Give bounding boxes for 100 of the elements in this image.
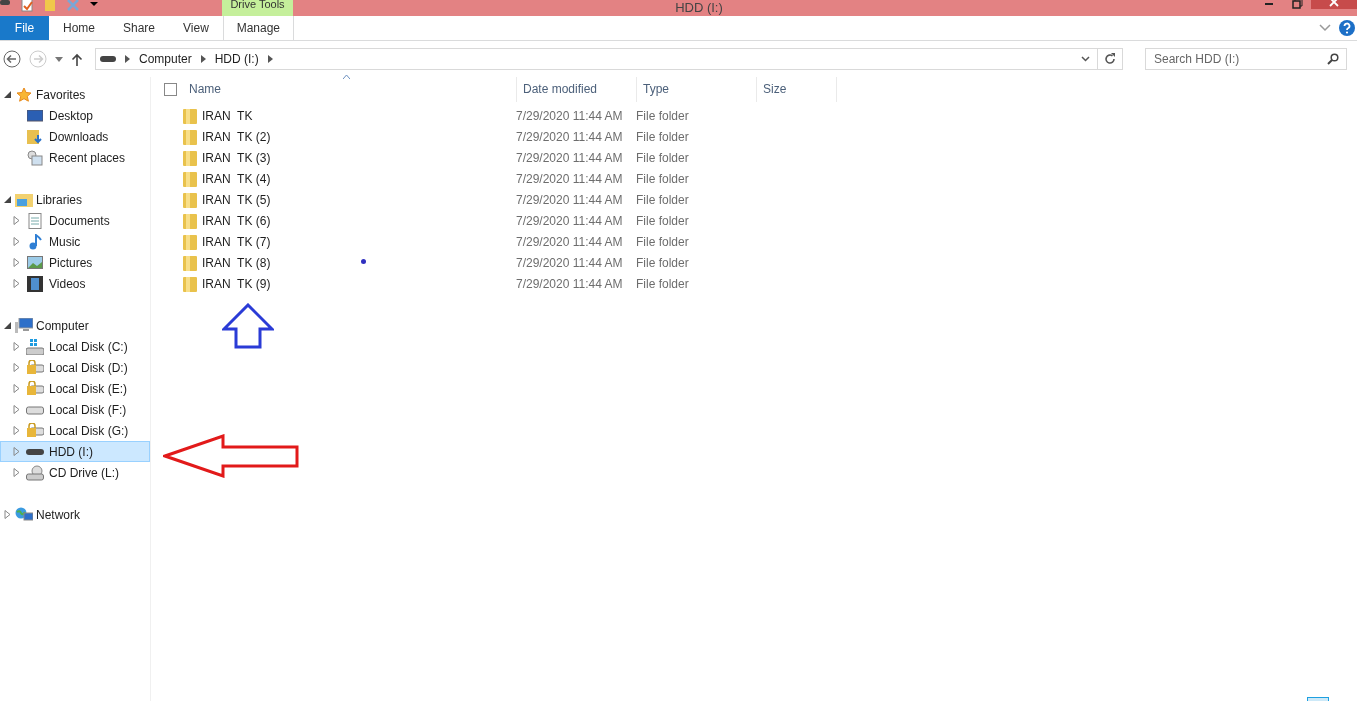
collapsed-icon[interactable] [13,468,20,477]
file-name[interactable]: IRAN TK (2) [202,129,271,144]
collapsed-icon[interactable] [13,342,20,351]
breadcrumb[interactable]: Computer [139,52,192,66]
column-header[interactable]: Date modified [517,77,637,102]
drive-icon [0,0,10,6]
column-header[interactable]: Type [637,77,757,102]
expanded-icon[interactable] [4,322,11,329]
chevron-icon[interactable] [200,55,206,63]
drive-icon [100,55,116,63]
file-name[interactable]: IRAN TK (9) [202,276,271,291]
up-arrow-icon[interactable] [71,52,83,66]
help-icon[interactable] [1339,20,1355,36]
table-cell-text: 7/29/2020 11:44 AM [515,234,624,249]
file-name[interactable]: IRAN TK (8) [202,255,271,270]
chevron-icon[interactable] [267,55,273,63]
nav-tree-item[interactable]: Pictures [0,252,150,273]
ribbon-tab[interactable]: Manage [222,16,294,40]
nav-tree-item[interactable]: Downloads [0,126,150,147]
tree-label: Local Disk (G:) [49,423,129,438]
table-cell-text: File folder [635,213,690,228]
tree-label: Network [36,507,80,522]
nav-tree-item[interactable]: Recent places [0,147,150,168]
nav-tree-item[interactable]: CD Drive (L:) [0,462,150,483]
folder-icon [183,170,197,187]
file-name[interactable]: IRAN TK (3) [202,150,271,165]
ribbon-tab[interactable]: Share [109,16,170,40]
nav-tree-item[interactable]: Libraries [0,189,150,210]
collapsed-icon[interactable] [13,384,20,393]
table-cell-text: 7/29/2020 11:44 AM [515,150,624,165]
table-cell-text: 7/29/2020 11:44 AM [515,276,624,291]
breadcrumb[interactable]: HDD (I:) [214,52,259,66]
select-all-checkbox[interactable] [164,83,177,96]
collapsed-icon[interactable] [4,510,11,519]
dropdown-icon[interactable] [90,0,98,6]
folder-icon [183,191,197,208]
file-name[interactable]: IRAN TK (6) [202,213,271,228]
nav-tree-item[interactable]: Videos [0,273,150,294]
collapsed-icon[interactable] [13,237,20,246]
file-tab[interactable]: File [0,16,49,40]
nav-tree-item[interactable]: Computer [0,315,150,336]
collapsed-icon[interactable] [13,279,20,288]
collapsed-icon[interactable] [13,447,20,456]
nav-tree-item[interactable]: Documents [0,210,150,231]
nav-tree-item[interactable]: HDD (I:) [0,441,150,462]
column-header[interactable]: Size [757,77,837,102]
pictures-icon [26,256,43,269]
nav-tree-item[interactable]: Local Disk (D:) [0,357,150,378]
nav-tree-item[interactable]: Network [0,504,150,525]
file-name[interactable]: IRAN TK (7) [202,234,271,249]
recent-dropdown-icon[interactable] [55,56,63,62]
nav-tree-item[interactable]: Desktop [0,105,150,126]
nav-tree-item[interactable]: Favorites [0,84,150,105]
nav-tree-item[interactable]: Local Disk (F:) [0,399,150,420]
expand-ribbon-icon[interactable] [1319,24,1331,32]
nav-tree-item[interactable]: Local Disk (G:) [0,420,150,441]
context-tab-group: Drive Tools [222,0,293,16]
document-icon [27,212,42,229]
history-dropdown-icon[interactable] [1081,56,1090,62]
back-button[interactable] [3,50,21,68]
file-name[interactable]: IRAN TK (4) [202,171,271,186]
nav-tree-item[interactable]: Local Disk (E:) [0,378,150,399]
chevron-icon[interactable] [125,55,130,63]
table-cell-text: File folder [635,255,690,270]
collapsed-icon[interactable] [13,405,20,414]
table-cell-text: File folder [635,108,690,123]
file-name[interactable]: IRAN TK [202,108,253,123]
collapsed-icon[interactable] [13,258,20,267]
tree-label: Desktop [49,108,94,123]
ribbon-tab[interactable]: Home [49,16,109,40]
collapsed-icon[interactable] [13,216,20,225]
nav-tree-item[interactable]: Music [0,231,150,252]
expanded-icon[interactable] [4,91,11,98]
cd-drive-icon [25,464,44,481]
table-cell-text: File folder [635,129,690,144]
nav-tree-item[interactable]: Local Disk (C:) [0,336,150,357]
table-cell-text: 7/29/2020 11:44 AM [515,129,624,144]
file-name[interactable]: IRAN TK (5) [202,192,271,207]
address-bar[interactable]: Computer HDD (I:) [95,48,1123,70]
tree-label: Local Disk (C:) [49,339,128,354]
recent-places-icon [26,149,43,166]
system-drive-icon [25,338,44,355]
folder-icon [183,149,197,166]
collapsed-icon[interactable] [13,426,20,435]
arrow-annotation [222,303,274,349]
close-button[interactable] [1311,0,1357,9]
downloads-folder-icon [26,128,43,145]
table-cell-text: 7/29/2020 11:44 AM [515,108,624,123]
window-title: HDD (I:) [674,0,724,16]
table-cell-text: 7/29/2020 11:44 AM [515,255,624,270]
search-icon[interactable] [1327,53,1339,65]
expanded-icon[interactable] [4,196,11,203]
table-cell-text: File folder [635,171,690,186]
sort-ascending-icon [343,75,350,79]
ribbon-tab[interactable]: View [169,16,223,40]
column-header[interactable]: Name [183,77,517,102]
tree-label: CD Drive (L:) [49,465,119,480]
properties-icon[interactable] [20,0,34,12]
collapsed-icon[interactable] [13,363,20,372]
search-field[interactable]: Search HDD (I:) [1145,48,1347,70]
